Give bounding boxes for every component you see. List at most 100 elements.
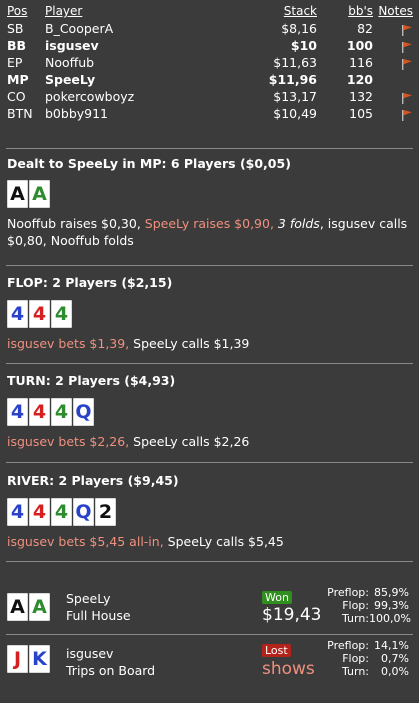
col-stack-header[interactable]: Stack <box>237 3 317 20</box>
player-notes[interactable] <box>373 105 419 122</box>
flop-action: isgusev bets $1,39, SpeeLy calls $1,39 <box>0 335 419 352</box>
equity-stat-value: 99,3% <box>374 599 409 612</box>
note-flag-icon[interactable] <box>401 58 413 70</box>
player-position: SB <box>7 21 24 36</box>
river-cards: 444Q2 <box>0 498 419 528</box>
playing-card: 4 <box>29 300 50 328</box>
playing-card: 2 <box>95 498 116 526</box>
playing-card: 4 <box>7 498 28 526</box>
villain-action-text: isgusev bets $2,26, <box>7 434 134 449</box>
playing-card: A <box>7 180 28 208</box>
player-notes[interactable] <box>373 88 419 105</box>
note-flag-icon[interactable] <box>401 41 413 53</box>
playing-card: 4 <box>29 398 50 426</box>
shows-text: shows <box>262 659 315 679</box>
player-bbs: 116 <box>349 55 373 70</box>
player-name[interactable]: Nooffub <box>45 54 237 71</box>
player-notes[interactable] <box>373 37 419 54</box>
player-name[interactable]: pokercowboyz <box>45 88 237 105</box>
playing-card: 4 <box>51 498 72 526</box>
player-row[interactable]: MP SpeeLy $11,96 120 <box>0 71 419 88</box>
playing-card: J <box>7 645 28 673</box>
equity-stat-value: 14,1% <box>374 639 409 652</box>
equity-stat-row: Turn:100,0% <box>315 612 411 625</box>
players-header-row: Pos Player Stack bb's Notes <box>0 3 419 20</box>
equity-stat-value: 85,9% <box>374 586 409 599</box>
loser-name: isgusev <box>66 646 114 661</box>
divider <box>6 561 413 562</box>
player-notes[interactable] <box>373 54 419 71</box>
player-stack: $13,17 <box>273 89 317 104</box>
hole-cards: AA <box>0 180 419 210</box>
note-flag-icon[interactable] <box>401 92 413 104</box>
player-stack: $10,49 <box>273 106 317 121</box>
note-flag-icon[interactable] <box>401 24 413 36</box>
player-bbs: 120 <box>346 72 373 87</box>
flop-heading: FLOP: 2 Players ($2,15) <box>7 275 173 290</box>
player-name[interactable]: b0bby911 <box>45 105 237 122</box>
equity-stat-row: Turn: 0,0% <box>315 665 409 678</box>
col-bbs-header[interactable]: bb's <box>317 3 373 20</box>
equity-stat-label: Turn: <box>341 665 369 678</box>
equity-stat-row: Preflop: 85,9% <box>315 586 409 599</box>
result-row-loser[interactable]: JK isgusev Trips on Board Lost shows Pre… <box>0 639 419 679</box>
player-notes[interactable] <box>373 20 419 37</box>
playing-card: 4 <box>51 398 72 426</box>
player-row[interactable]: CO pokercowboyz $13,17 132 <box>0 88 419 105</box>
col-pos-header[interactable]: Pos <box>0 3 45 20</box>
playing-card: 4 <box>7 300 28 328</box>
player-notes[interactable] <box>373 71 419 88</box>
hero-action-text: SpeeLy calls $2,26 <box>133 434 250 449</box>
player-stack: $11,96 <box>268 72 317 87</box>
playing-card: Q <box>73 498 94 526</box>
player-name[interactable]: isgusev <box>45 37 237 54</box>
turn-cards: 444Q <box>0 398 419 428</box>
playing-card: A <box>29 593 50 621</box>
divider <box>6 265 413 266</box>
loser-hand: Trips on Board <box>66 663 156 678</box>
hero-action-text: SpeeLy calls $5,45 <box>167 534 284 549</box>
col-player-header[interactable]: Player <box>45 3 237 20</box>
villain-action-text: isgusev bets $1,39, <box>7 336 134 351</box>
playing-card: Q <box>73 398 94 426</box>
player-name[interactable]: B_CooperA <box>45 20 237 37</box>
player-stack: $11,63 <box>273 55 317 70</box>
flop-cards: 444 <box>0 300 419 330</box>
result-row-winner[interactable]: AA SpeeLy Full House Won $19,43 Preflop:… <box>0 586 419 627</box>
loser-equity-stats: Preflop: 14,1% Flop: 0,7% Turn: 0,0% <box>315 639 409 678</box>
player-row[interactable]: SB B_CooperA $8,16 82 <box>0 20 419 37</box>
playing-card: 4 <box>29 498 50 526</box>
equity-stat-value: 0,0% <box>381 665 409 678</box>
preflop-section: Dealt to SpeeLy in MP: 6 Players ($0,05)… <box>0 156 419 249</box>
player-row[interactable]: EP Nooffub $11,63 116 <box>0 54 419 71</box>
equity-stat-label: Preflop: <box>327 639 369 652</box>
player-name[interactable]: SpeeLy <box>45 71 237 88</box>
player-position: MP <box>7 72 29 87</box>
hero-action-text: SpeeLy calls $1,39 <box>133 336 250 351</box>
playing-card: A <box>7 593 28 621</box>
divider <box>6 462 413 463</box>
winner-cards: AA <box>0 593 50 623</box>
player-position: EP <box>7 55 23 70</box>
player-position: CO <box>7 89 26 104</box>
winner-equity-stats: Preflop: 85,9% Flop: 99,3% Turn:100,0% <box>315 586 411 625</box>
playing-card: 4 <box>7 398 28 426</box>
river-heading: RIVER: 2 Players ($9,45) <box>7 473 179 488</box>
player-position: BB <box>7 38 27 53</box>
player-bbs: 132 <box>349 89 373 104</box>
note-flag-icon[interactable] <box>401 109 413 121</box>
playing-card: K <box>29 645 50 673</box>
players-table: Pos Player Stack bb's Notes SB B_CooperA $… <box>0 3 419 122</box>
loser-cards: JK <box>0 645 50 675</box>
player-row[interactable]: BTN b0bby911 $10,49 105 <box>0 105 419 122</box>
turn-section: TURN: 2 Players ($4,93) 444Q isgusev bet… <box>0 373 419 450</box>
player-bbs: 82 <box>357 21 373 36</box>
winner-hand: Full House <box>66 608 131 623</box>
equity-stat-row: Flop: 99,3% <box>315 599 409 612</box>
col-notes-header[interactable]: Notes <box>373 3 419 20</box>
equity-stat-label: Turn: <box>341 612 369 625</box>
action-text: Nooffub raises $0,30, <box>7 216 145 231</box>
playing-card: 4 <box>51 300 72 328</box>
player-row[interactable]: BB isgusev $10 100 <box>0 37 419 54</box>
villain-action-text: isgusev bets $5,45 all-in, <box>7 534 168 549</box>
